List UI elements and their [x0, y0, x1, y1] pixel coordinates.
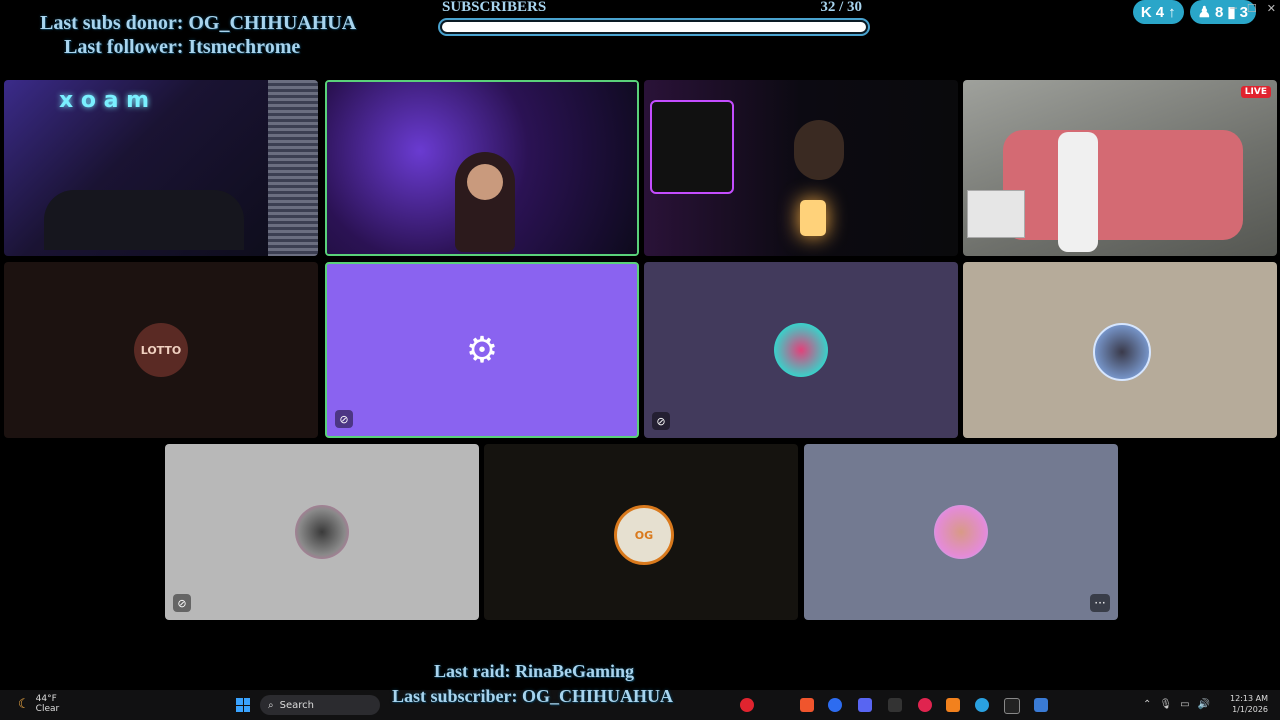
discord-icon[interactable] [858, 698, 872, 712]
avatar: LOTTO [134, 323, 188, 377]
minimize-icon[interactable]: ─ [1230, 2, 1237, 15]
tile-avatar-lotto[interactable]: LOTTO [4, 262, 318, 438]
tile-avatar-og[interactable]: OG [484, 444, 798, 620]
volume-icon: 🔊 [1197, 699, 1210, 710]
clock-date: 1/1/2026 [1232, 705, 1268, 714]
tile-avatar-gears[interactable]: ⚙ ⊘ [325, 262, 639, 438]
last-follower-text: Last follower: Itsmechrome [64, 36, 301, 58]
brave-icon[interactable] [800, 698, 814, 712]
avatar [295, 505, 349, 559]
start-button[interactable] [236, 698, 250, 712]
subscriber-goal-widget: SUBSCRIBERS 32 / 30 [438, 0, 874, 40]
weather-condition: Clear [35, 704, 60, 714]
tile-camera-bedroom[interactable]: x o a m [4, 80, 318, 256]
live-badge: LIVE [1240, 86, 1271, 98]
minimap [967, 190, 1025, 238]
app-icon[interactable] [946, 698, 960, 712]
person-silhouette [44, 190, 244, 250]
gear-icon: ⚙ [465, 329, 499, 371]
neon-sign: x o a m [59, 88, 150, 113]
face [467, 164, 503, 200]
tile-camera-game-stream[interactable]: LIVE [963, 80, 1277, 256]
mute-icon[interactable]: ⊘ [173, 594, 191, 612]
last-subs-donor-text: Last subs donor: OG_CHIHUAHUA [40, 12, 357, 34]
avatar [934, 505, 988, 559]
subscriber-goal-title: SUBSCRIBERS [442, 0, 547, 15]
subscriber-goal-bar [438, 18, 870, 36]
window-controls: ─ ☐ ✕ [1230, 2, 1276, 15]
app-icon[interactable] [918, 698, 932, 712]
kick-icon: K [1140, 3, 1152, 21]
windows-logo-icon [236, 698, 243, 705]
chevron-up-icon: ⌃ [1143, 699, 1152, 710]
tile-camera-purple-girl[interactable] [325, 80, 639, 256]
person-icon: ♟ [1197, 4, 1212, 21]
taskbar-search[interactable]: ⌕ Search [260, 695, 380, 715]
clock-time: 12:13 AM [1230, 694, 1268, 703]
more-options-icon[interactable]: ··· [1090, 594, 1110, 612]
avatar [774, 323, 828, 377]
telegram-icon[interactable] [975, 698, 989, 712]
tile-avatar-suit[interactable] [963, 262, 1277, 438]
kick-count: 4 [1155, 3, 1165, 21]
pc-case [650, 100, 734, 194]
window-blinds [268, 80, 318, 256]
viewer-count: 8 [1215, 3, 1224, 21]
zoom-icon[interactable] [828, 698, 842, 712]
car [1003, 130, 1243, 240]
tile-avatar-pink-hat[interactable]: ⊘ [165, 444, 479, 620]
last-raid-text: Last raid: RinaBeGaming [434, 661, 635, 681]
mute-icon[interactable]: ⊘ [335, 410, 353, 428]
search-label: Search [279, 699, 314, 711]
subscriber-goal-fill [442, 22, 866, 32]
last-subscriber-text: Last subscriber: OG_CHIHUAHUA [392, 686, 674, 706]
lamp [800, 200, 826, 236]
subscriber-goal-count: 32 / 30 [820, 0, 862, 15]
mute-icon[interactable]: ⊘ [652, 412, 670, 430]
player-character [1058, 132, 1098, 252]
arrow-up-icon: ↑ [1168, 3, 1176, 21]
kick-counter[interactable]: K 4 ↑ [1132, 0, 1184, 24]
notepad-icon[interactable] [1034, 698, 1048, 712]
taskbar-clock[interactable]: 12:13 AM 1/1/2026 [1230, 693, 1268, 715]
app-icon[interactable] [1004, 698, 1020, 714]
person-silhouette [794, 120, 844, 180]
close-icon[interactable]: ✕ [1267, 2, 1276, 15]
weather-temp: 44°F [35, 694, 57, 704]
weather-widget[interactable]: ☾ 44°F Clear [18, 694, 59, 714]
avatar [1093, 323, 1151, 381]
tile-camera-neon-pc[interactable] [644, 80, 958, 256]
tile-avatar-girl[interactable]: ··· [804, 444, 1118, 620]
avatar: OG [614, 505, 674, 565]
moon-icon: ☾ [18, 696, 30, 712]
mic-icon: 🎙 [1159, 699, 1173, 710]
record-icon[interactable] [740, 698, 754, 712]
app-icon[interactable] [888, 698, 902, 712]
search-icon: ⌕ [268, 699, 274, 711]
network-icon: ▭ [1180, 699, 1190, 710]
system-tray[interactable]: ⌃ 🎙 ▭ 🔊 [1143, 699, 1210, 710]
maximize-icon[interactable]: ☐ [1247, 2, 1257, 15]
tile-avatar-lips[interactable]: ⊘ [644, 262, 958, 438]
